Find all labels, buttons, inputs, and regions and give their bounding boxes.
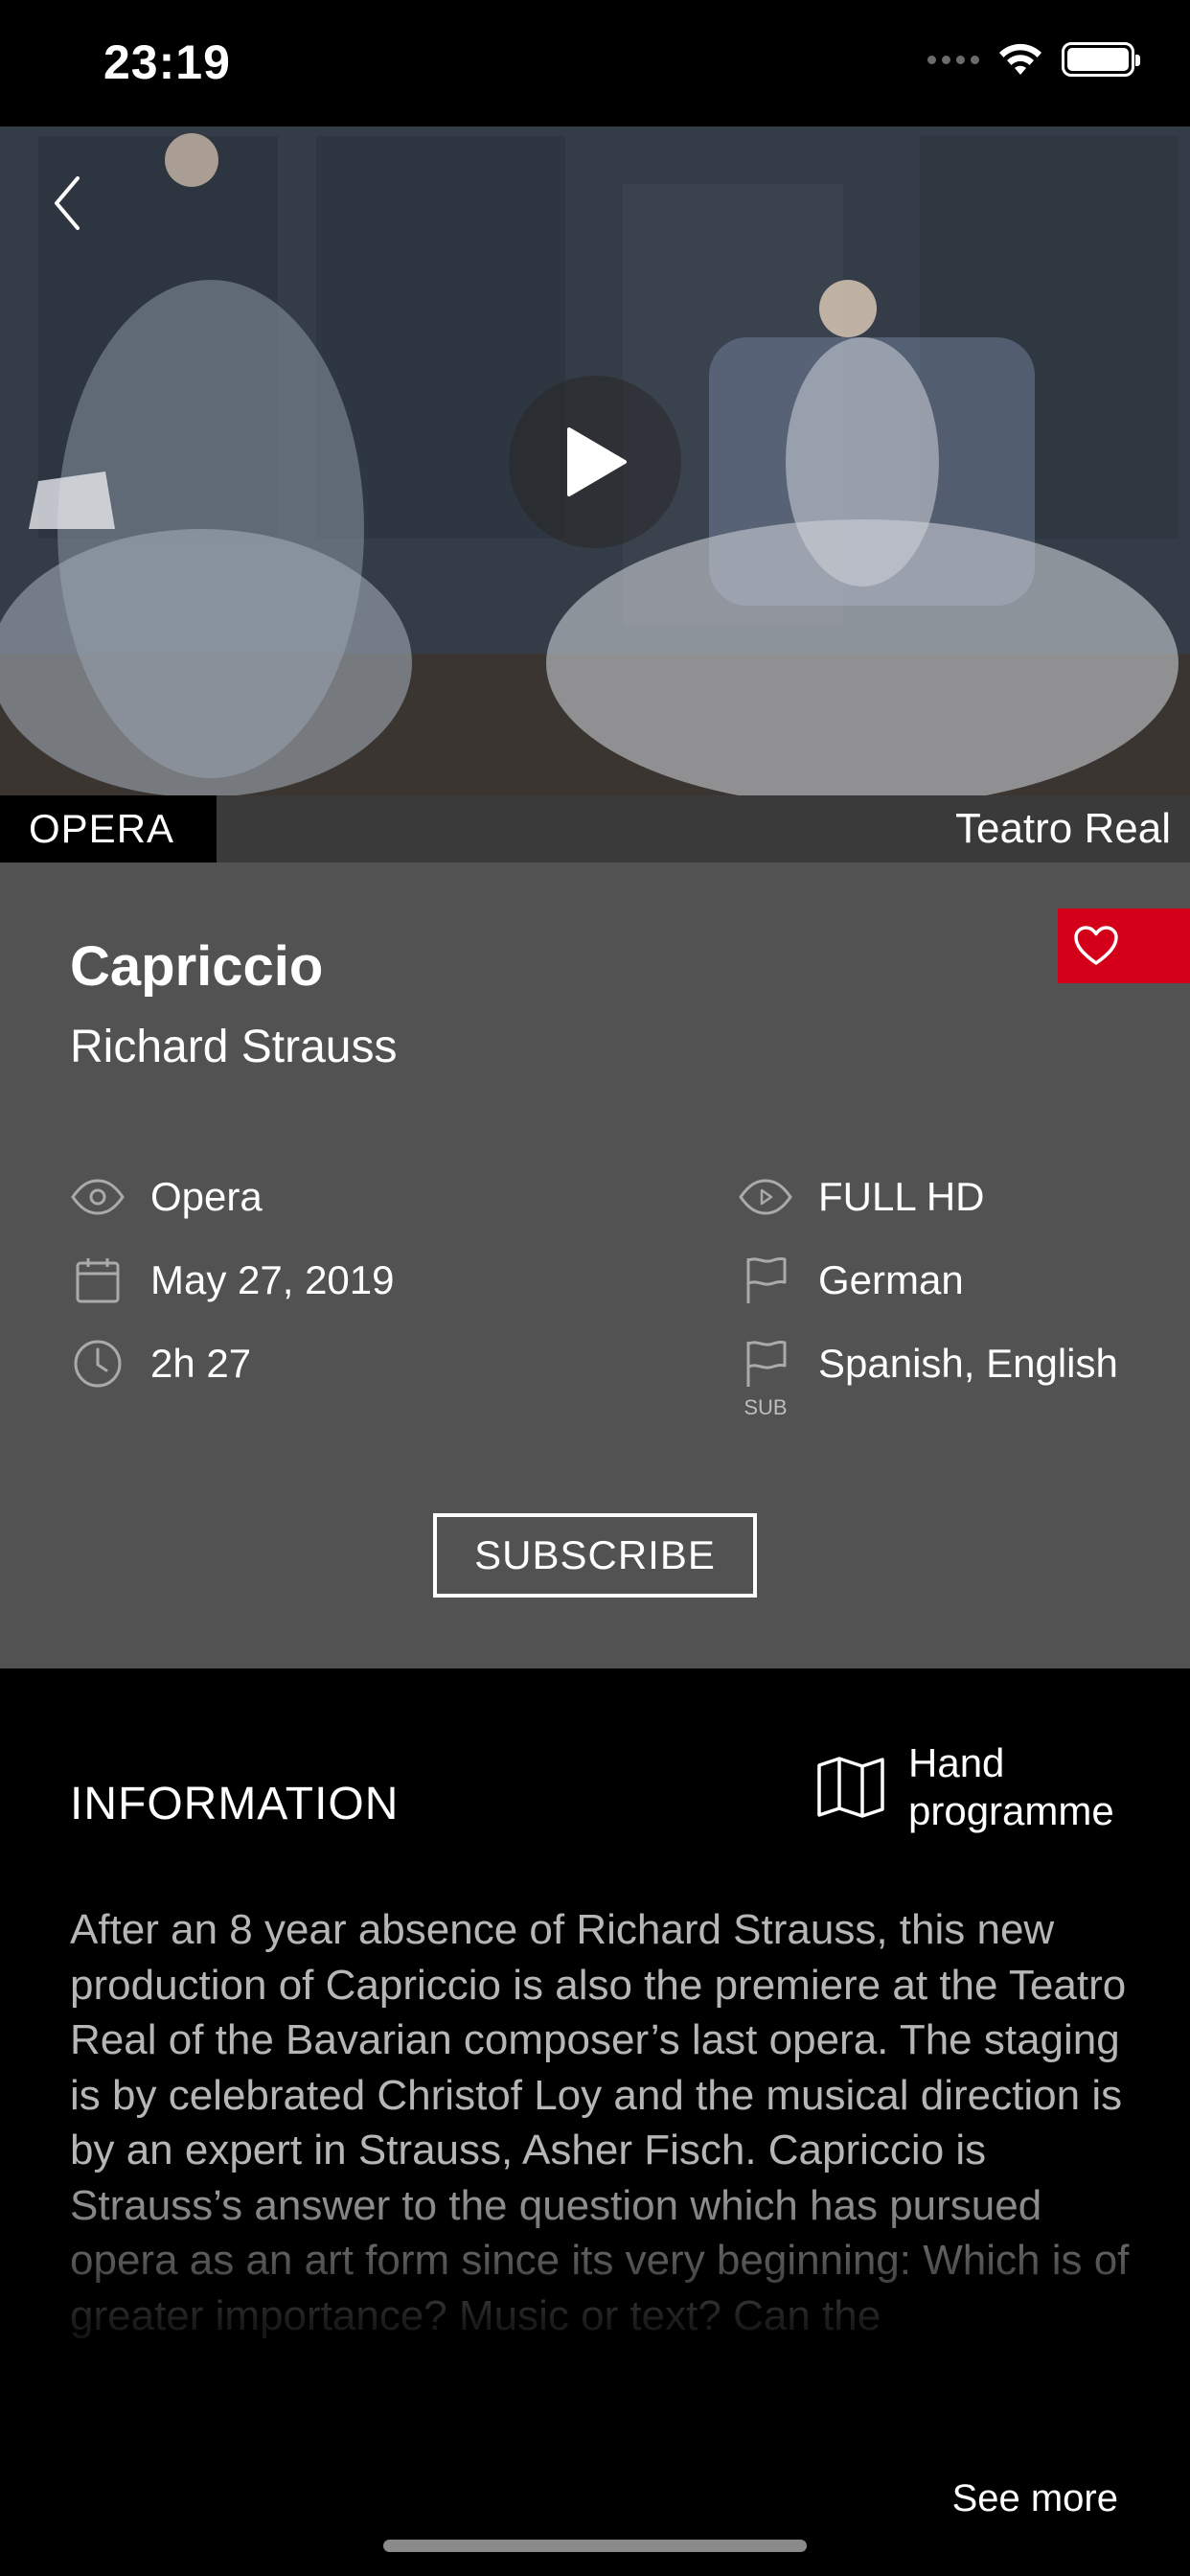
subtitles-flag-icon: SUB xyxy=(738,1336,793,1419)
wifi-icon xyxy=(999,43,1041,75)
favorite-button[interactable] xyxy=(1058,908,1190,983)
subtitles-text: Spanish, English xyxy=(818,1340,1118,1386)
meta-quality: FULL HD xyxy=(738,1155,1118,1238)
clock-icon xyxy=(70,1336,126,1392)
heart-icon xyxy=(1074,926,1118,965)
hand-programme-label: Hand programme xyxy=(908,1740,1114,1833)
status-bar: 23:19 xyxy=(0,0,1190,126)
category-bar: OPERA Teatro Real xyxy=(0,795,1190,862)
details-panel: Capriccio Richard Strauss Opera May 27, … xyxy=(0,862,1190,1668)
chevron-left-icon xyxy=(55,176,80,230)
play-icon xyxy=(567,427,627,496)
category-tag: OPERA xyxy=(0,795,217,862)
eye-icon xyxy=(70,1169,126,1225)
video-quality-icon xyxy=(738,1169,793,1225)
meta-date: May 27, 2019 xyxy=(70,1238,395,1322)
audio-language-text: German xyxy=(818,1256,964,1302)
status-time: 23:19 xyxy=(103,35,231,89)
text-fade-overlay xyxy=(70,2161,1133,2391)
information-text-container: After an 8 year absence of Richard Strau… xyxy=(70,1902,1133,2391)
venue-label: Teatro Real xyxy=(954,805,1171,852)
meta-duration: 2h 27 xyxy=(70,1322,395,1405)
page-title: Capriccio xyxy=(70,935,324,998)
meta-left-column: Opera May 27, 2019 2h 27 xyxy=(70,1155,395,1405)
date-text: May 27, 2019 xyxy=(150,1256,395,1302)
subtitles-badge: SUB xyxy=(744,1394,788,1419)
cellular-signal-icon xyxy=(927,55,979,64)
meta-subtitles: SUB Spanish, English xyxy=(738,1322,1118,1419)
see-more-link[interactable]: See more xyxy=(952,2477,1118,2520)
flag-icon xyxy=(738,1253,793,1308)
hero-video[interactable] xyxy=(0,126,1190,795)
duration-text: 2h 27 xyxy=(150,1340,252,1386)
hand-programme-button[interactable]: Hand programme xyxy=(816,1739,1114,1835)
back-button[interactable] xyxy=(38,165,96,242)
meta-audio-language: German xyxy=(738,1238,1118,1322)
subscribe-button[interactable]: SUBSCRIBE xyxy=(433,1513,757,1598)
status-icons xyxy=(927,42,1140,77)
home-indicator[interactable] xyxy=(383,2540,807,2552)
information-heading: INFORMATION xyxy=(70,1779,400,1829)
meta-genre: Opera xyxy=(70,1155,395,1238)
genre-text: Opera xyxy=(150,1173,263,1219)
play-button[interactable] xyxy=(509,376,681,548)
calendar-icon xyxy=(70,1253,126,1308)
battery-icon xyxy=(1062,42,1140,77)
composer-name: Richard Strauss xyxy=(70,1022,398,1072)
meta-right-column: FULL HD German SUB Spanish, English xyxy=(738,1155,1118,1419)
map-icon xyxy=(817,1757,884,1818)
quality-text: FULL HD xyxy=(818,1173,985,1219)
